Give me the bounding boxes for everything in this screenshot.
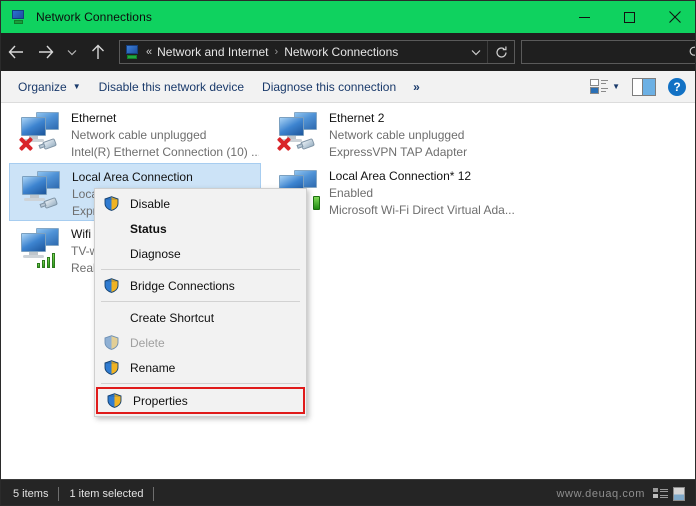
forward-button[interactable]: [31, 37, 61, 67]
shield-icon: [99, 360, 123, 375]
item-count-label: 5 items: [13, 488, 48, 500]
close-button[interactable]: [652, 1, 696, 33]
shield-icon: [99, 278, 123, 293]
network-adapter-icon: [275, 110, 323, 156]
view-dropdown-icon[interactable]: ▼: [612, 82, 632, 91]
signal-bars-icon: [37, 252, 59, 268]
menu-item-label: Diagnose: [130, 247, 181, 261]
menu-separator: [101, 269, 300, 270]
command-bar: Organize ▼ Disable this network device D…: [1, 71, 696, 103]
shield-icon: [102, 393, 126, 408]
connection-name: Local Area Connection: [72, 169, 193, 186]
plug-icon: [297, 138, 318, 151]
network-connections-window: Network Connections: [0, 0, 696, 506]
selection-label: 1 item selected: [69, 488, 143, 500]
maximize-button[interactable]: [607, 1, 652, 33]
menu-item-delete: Delete: [95, 330, 306, 355]
status-divider: [153, 487, 154, 501]
window-title: Network Connections: [36, 10, 152, 24]
navigation-bar: « Network and Internet › Network Connect…: [1, 33, 696, 71]
status-divider: [58, 487, 59, 501]
connection-item-ethernet-2[interactable]: Ethernet 2 Network cable unplugged Expre…: [267, 105, 519, 163]
window-controls: [562, 1, 696, 33]
preview-pane-icon[interactable]: [632, 78, 656, 96]
diagnose-connection-button[interactable]: Diagnose this connection: [253, 75, 405, 99]
menu-separator: [101, 301, 300, 302]
address-bar[interactable]: « Network and Internet › Network Connect…: [119, 40, 515, 64]
breadcrumb-network-and-internet[interactable]: Network and Internet: [157, 45, 268, 59]
connection-device: ExpressVPN TAP Adapter: [329, 144, 467, 161]
search-box[interactable]: [521, 40, 696, 64]
up-button[interactable]: [83, 37, 113, 67]
breadcrumb-overflow[interactable]: «: [146, 46, 152, 58]
connection-name: Local Area Connection* 12: [329, 168, 515, 185]
menu-item-create-shortcut[interactable]: Create Shortcut: [95, 305, 306, 330]
context-menu: Disable Status Diagnose Bridge Connections C…: [94, 188, 307, 417]
connected-icon: [313, 196, 320, 210]
details-view-button[interactable]: [649, 484, 671, 504]
wireless-adapter-icon: [17, 226, 65, 272]
connection-status: Network cable unplugged: [329, 127, 467, 144]
menu-separator: [101, 383, 300, 384]
menu-item-disable[interactable]: Disable: [95, 191, 306, 216]
menu-item-properties[interactable]: Properties: [96, 387, 305, 414]
menu-item-label: Delete: [130, 336, 165, 350]
organize-label: Organize: [18, 75, 67, 99]
large-icons-view-button[interactable]: [673, 484, 695, 504]
recent-locations-button[interactable]: [61, 37, 83, 67]
red-x-icon: [18, 136, 34, 152]
menu-item-label: Status: [130, 222, 167, 236]
menu-item-label: Rename: [130, 361, 175, 375]
menu-item-label: Create Shortcut: [130, 311, 214, 325]
breadcrumb-network-connections[interactable]: Network Connections: [284, 45, 398, 59]
plug-icon: [39, 138, 60, 151]
connection-status: Network cable unplugged: [71, 127, 259, 144]
network-adapter-icon: [18, 169, 66, 215]
menu-item-bridge-connections[interactable]: Bridge Connections: [95, 273, 306, 298]
back-button[interactable]: [1, 37, 31, 67]
help-icon[interactable]: ?: [668, 78, 686, 96]
connection-name: Ethernet 2: [329, 110, 467, 127]
red-x-icon: [276, 136, 292, 152]
menu-item-status[interactable]: Status: [95, 216, 306, 241]
chevron-down-icon: ▼: [73, 75, 81, 99]
menu-item-label: Disable: [130, 197, 170, 211]
watermark: www.deuaq.com: [556, 488, 645, 500]
menu-item-label: Properties: [133, 394, 188, 408]
connection-device: Intel(R) Ethernet Connection (10) ...: [71, 144, 259, 161]
connection-device: Microsoft Wi-Fi Direct Virtual Ada...: [329, 202, 515, 219]
connections-grid: Ethernet Network cable unplugged Intel(R…: [1, 103, 696, 109]
toolbar-overflow-button[interactable]: »: [405, 80, 428, 94]
plug-icon: [40, 197, 61, 210]
change-view-icon[interactable]: [588, 77, 610, 97]
connection-name: Ethernet: [71, 110, 259, 127]
minimize-button[interactable]: [562, 1, 607, 33]
organize-button[interactable]: Organize ▼: [9, 75, 90, 99]
shield-icon: [99, 335, 123, 350]
chevron-down-icon[interactable]: [465, 41, 487, 63]
status-bar: 5 items 1 item selected www.deuaq.com: [1, 479, 696, 506]
network-adapter-icon: [17, 110, 65, 156]
menu-item-label: Bridge Connections: [130, 279, 235, 293]
shield-icon: [99, 196, 123, 211]
refresh-icon[interactable]: [487, 41, 514, 63]
search-input[interactable]: [522, 45, 689, 59]
breadcrumb-separator: ›: [275, 46, 279, 58]
search-icon[interactable]: [689, 46, 696, 59]
connection-status: Enabled: [329, 185, 515, 202]
disable-network-device-button[interactable]: Disable this network device: [90, 75, 253, 99]
menu-item-rename[interactable]: Rename: [95, 355, 306, 380]
network-connections-icon: [11, 9, 27, 25]
connection-item-ethernet[interactable]: Ethernet Network cable unplugged Intel(R…: [9, 105, 261, 163]
menu-item-diagnose[interactable]: Diagnose: [95, 241, 306, 266]
title-bar: Network Connections: [1, 1, 696, 33]
network-icon: [124, 44, 140, 60]
